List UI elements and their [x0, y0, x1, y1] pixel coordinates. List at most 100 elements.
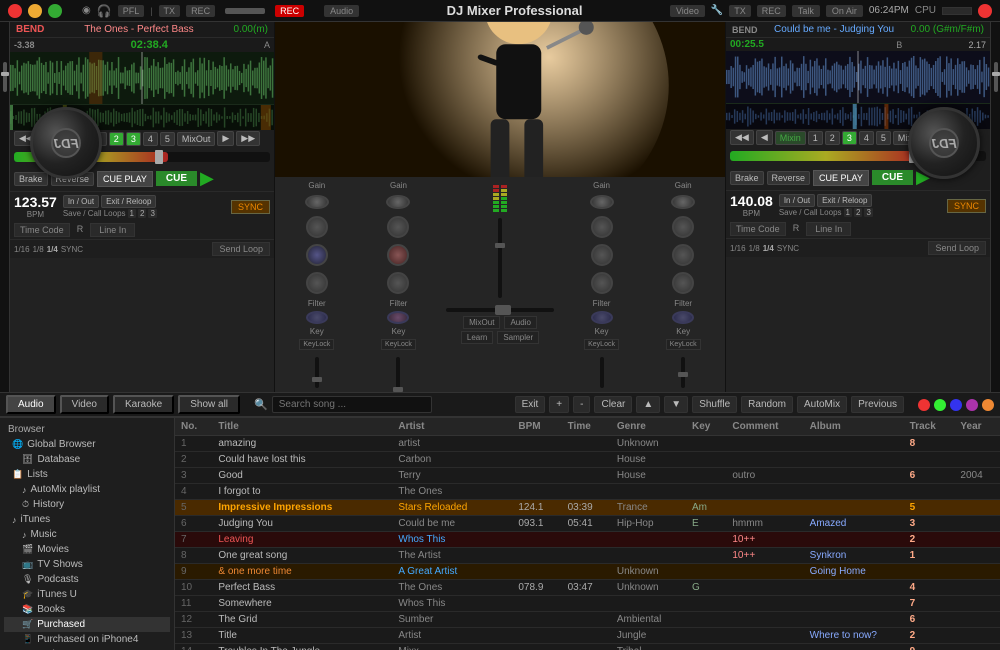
big-knob-a[interactable]: FDJ: [30, 107, 102, 179]
table-row[interactable]: 2 Could have lost this Carbon House: [175, 452, 1000, 468]
add-btn[interactable]: +: [549, 396, 569, 413]
table-row[interactable]: 8 One great song The Artist 10++ Synkron…: [175, 548, 1000, 564]
sidebar-item-9[interactable]: 🎙Podcasts: [4, 572, 170, 587]
cue-play-btn-a[interactable]: CUE PLAY: [97, 171, 153, 187]
exit-reloop-a[interactable]: Exit / Reloop: [101, 195, 156, 208]
num5-b[interactable]: 5: [876, 131, 891, 145]
tab-audio[interactable]: Audio: [6, 395, 56, 414]
trim-fader-a[interactable]: [155, 150, 163, 164]
filter-knob-c[interactable]: [591, 311, 613, 324]
table-row[interactable]: 9 & one more time A Great Artist Unknown…: [175, 564, 1000, 580]
audio-btn[interactable]: Audio: [504, 316, 536, 329]
exit-reloop-b[interactable]: Exit / Reloop: [817, 194, 872, 207]
frac-1-8-b[interactable]: 1/8: [749, 244, 760, 253]
random-btn[interactable]: Random: [741, 396, 793, 413]
pitch-slider-right-b[interactable]: [990, 22, 1000, 392]
sidebar-item-6[interactable]: ♪Music: [4, 527, 170, 542]
rec-button[interactable]: REC: [275, 5, 304, 17]
filter-knob-d[interactable]: [672, 311, 694, 324]
remove-btn[interactable]: -: [573, 396, 590, 413]
gain-knob-d[interactable]: [671, 195, 695, 209]
mid-knob-d[interactable]: [672, 244, 694, 266]
shuffle-btn[interactable]: Shuffle: [692, 396, 737, 413]
gain-knob-a[interactable]: [305, 195, 329, 209]
mid-knob-c[interactable]: [591, 244, 613, 266]
learn-btn[interactable]: Learn: [461, 331, 493, 344]
num2-a[interactable]: 2: [109, 132, 124, 146]
brake-btn-b[interactable]: Brake: [730, 171, 764, 185]
mid-knob-b[interactable]: [387, 244, 409, 266]
sidebar-item-2[interactable]: 📋Lists: [4, 467, 170, 482]
automix-btn[interactable]: AutoMix: [797, 396, 847, 413]
loop1-b[interactable]: 1: [844, 208, 852, 217]
table-row[interactable]: 1 amazing artist Unknown 8: [175, 436, 1000, 452]
minimize-btn[interactable]: [28, 4, 42, 18]
table-row[interactable]: 12 The Grid Sumber Ambiental 6: [175, 612, 1000, 628]
fwd-btn-a[interactable]: ▶: [217, 131, 234, 146]
loop2-a[interactable]: 2: [138, 209, 146, 218]
sidebar-item-10[interactable]: 🎓iTunes U: [4, 587, 170, 602]
send-loop-b[interactable]: Send Loop: [928, 241, 986, 255]
sampler-btn[interactable]: Sampler: [497, 331, 539, 344]
crossfader[interactable]: [446, 308, 554, 312]
frac-sync-a[interactable]: SYNC: [61, 245, 83, 254]
hi-knob-b[interactable]: [387, 216, 409, 238]
lo-knob-b[interactable]: [387, 272, 409, 294]
num4-a[interactable]: 4: [143, 132, 158, 146]
tab-karaoke[interactable]: Karaoke: [113, 395, 174, 414]
tab-show-all[interactable]: Show all: [178, 395, 240, 414]
gain-knob-b[interactable]: [386, 195, 410, 209]
hi-knob-d[interactable]: [672, 216, 694, 238]
table-row[interactable]: 5 Impressive Impressions Stars Reloaded …: [175, 500, 1000, 516]
frac-1-4-a[interactable]: 1/4: [47, 245, 58, 254]
in-out-b[interactable]: In / Out: [779, 194, 815, 207]
filter-knob-a[interactable]: [306, 311, 328, 324]
sidebar-item-5[interactable]: ♪iTunes: [4, 512, 170, 527]
num4-b[interactable]: 4: [859, 131, 874, 145]
mixout-btn-a[interactable]: MixOut: [177, 132, 216, 146]
table-row[interactable]: 11 Somewhere Whos This 7: [175, 596, 1000, 612]
vol-fader-b[interactable]: [396, 357, 400, 388]
mid-knob-a[interactable]: [306, 244, 328, 266]
sidebar-item-7[interactable]: 🎬Movies: [4, 542, 170, 557]
prev-btn-b[interactable]: ◀◀: [730, 130, 754, 145]
frac-sync-b[interactable]: SYNC: [777, 244, 799, 253]
line-in-b[interactable]: Line In: [806, 222, 851, 236]
num1-b[interactable]: 1: [808, 131, 823, 145]
frac-1-4-b[interactable]: 1/4: [763, 244, 774, 253]
big-knob-b[interactable]: FDJ: [908, 107, 980, 179]
gain-knob-c[interactable]: [590, 195, 614, 209]
mix-btn-b[interactable]: Mixin: [775, 131, 806, 145]
num3-b[interactable]: 3: [842, 131, 857, 145]
back-btn-b[interactable]: ◀: [756, 130, 773, 145]
pitch-slider-left-a[interactable]: [0, 22, 10, 392]
sync-btn-a[interactable]: SYNC: [231, 200, 270, 214]
settings-label[interactable]: PFL: [118, 5, 145, 17]
vol-fader-d[interactable]: [681, 357, 685, 388]
in-out-a[interactable]: In / Out: [63, 195, 99, 208]
cue-btn-b[interactable]: CUE: [872, 170, 913, 185]
keylock-c[interactable]: KeyLock: [584, 339, 619, 350]
num2-b[interactable]: 2: [825, 131, 840, 145]
down-btn[interactable]: ▼: [664, 396, 688, 413]
cue-btn-a[interactable]: CUE: [156, 171, 197, 186]
keylock-a[interactable]: KeyLock: [299, 339, 334, 350]
vol-fader-a[interactable]: [315, 357, 319, 388]
search-input[interactable]: [272, 396, 432, 413]
vol-fader-c[interactable]: [600, 357, 604, 388]
sidebar-item-13[interactable]: 📱Purchased on iPhone4: [4, 632, 170, 647]
sidebar-item-11[interactable]: 📚Books: [4, 602, 170, 617]
table-row[interactable]: 4 I forgot to The Ones: [175, 484, 1000, 500]
table-row[interactable]: 13 Title Artist Jungle Where to now? 2: [175, 628, 1000, 644]
keylock-b[interactable]: KeyLock: [381, 339, 416, 350]
frac-1-8-a[interactable]: 1/8: [33, 245, 44, 254]
close-btn[interactable]: [8, 4, 22, 18]
keylock-d[interactable]: KeyLock: [666, 339, 701, 350]
table-row[interactable]: 6 Judging You Could be me 093.1 05:41 Hi…: [175, 516, 1000, 532]
maximize-btn[interactable]: [48, 4, 62, 18]
line-in-a[interactable]: Line In: [90, 223, 135, 237]
table-row[interactable]: 10 Perfect Bass The Ones 078.9 03:47 Unk…: [175, 580, 1000, 596]
previous-btn[interactable]: Previous: [851, 396, 904, 413]
time-code-a[interactable]: Time Code: [14, 223, 70, 237]
frac-1-16-a[interactable]: 1/16: [14, 245, 30, 254]
